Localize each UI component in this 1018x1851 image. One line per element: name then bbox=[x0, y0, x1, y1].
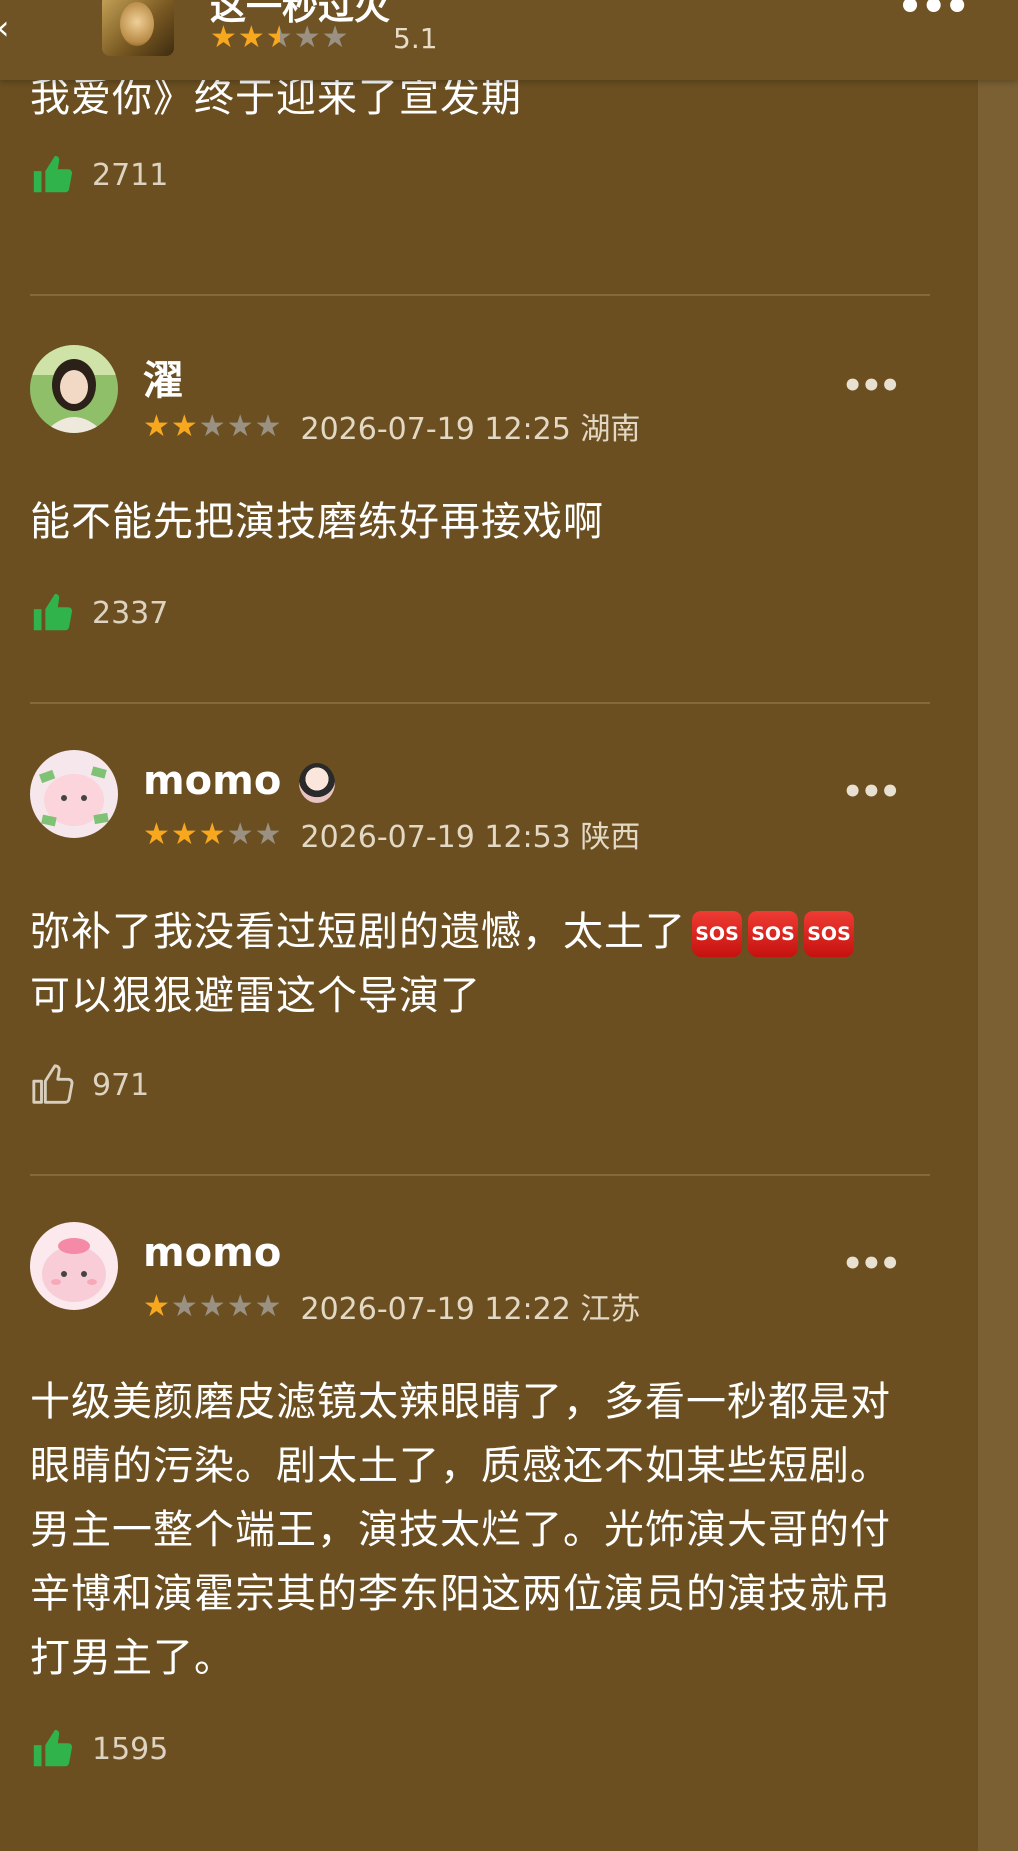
divider bbox=[30, 294, 930, 296]
comment-meta: ★★★★★ 2026-07-19 12:53 陕西 bbox=[143, 812, 640, 856]
username[interactable]: 濯 bbox=[143, 348, 183, 406]
back-icon[interactable]: ‹ bbox=[0, 8, 10, 48]
comment-text: 能不能先把演技磨练好再接戏啊 bbox=[30, 499, 604, 545]
more-icon[interactable]: ••• bbox=[897, 0, 970, 30]
show-poster[interactable] bbox=[102, 0, 174, 56]
like-count: 1595 bbox=[92, 1731, 169, 1767]
comment-text: 弥补了我没看过短剧的遗憾，太土了 SOS SOS SOS 可以狠狠避雷这个导演了 bbox=[30, 900, 930, 1028]
comment-text-line1: 弥补了我没看过短剧的遗憾，太土了 bbox=[30, 909, 686, 955]
like-count: 971 bbox=[92, 1067, 150, 1103]
rating-stars: ★★★★★ bbox=[143, 816, 283, 852]
like-button[interactable]: 2337 bbox=[30, 588, 168, 638]
show-rating-stars: ★★★★★ bbox=[210, 20, 350, 55]
comment-meta: ★★★★★ 2026-07-19 12:25 湖南 bbox=[143, 404, 640, 448]
user-badge-icon bbox=[299, 763, 336, 803]
thumbs-up-icon bbox=[33, 1729, 73, 1767]
more-icon[interactable]: ••• bbox=[842, 772, 901, 812]
sos-emoji: SOS bbox=[692, 911, 742, 957]
like-button[interactable]: 1595 bbox=[30, 1724, 168, 1774]
thumbs-up-icon bbox=[32, 1064, 74, 1104]
avatar[interactable] bbox=[30, 750, 118, 838]
thumbs-up-icon bbox=[33, 593, 73, 631]
like-count: 2711 bbox=[92, 157, 169, 193]
comment-text: 十级美颜磨皮滤镜太辣眼睛了，多看一秒都是对眼睛的污染。剧太土了，质感还不如某些短… bbox=[30, 1379, 891, 1681]
rating-stars: ★★★★★ bbox=[143, 408, 283, 444]
rating-stars: ★★★★★ bbox=[143, 1288, 283, 1324]
comment-feed: 我爱你》终于迎来了宣发期 2711 濯 ★★★★★ 2026-07-19 12:… bbox=[0, 0, 1018, 1851]
more-icon[interactable]: ••• bbox=[842, 1244, 901, 1284]
comment-meta: ★★★★★ 2026-07-19 12:22 江苏 bbox=[143, 1284, 640, 1328]
comment-date-location: 2026-07-19 12:53 陕西 bbox=[300, 820, 641, 855]
divider bbox=[30, 1174, 930, 1176]
username[interactable]: momo bbox=[143, 1230, 281, 1276]
thumbs-up-icon bbox=[33, 155, 73, 193]
scrollbar[interactable] bbox=[978, 80, 1018, 1851]
sos-emoji: SOS bbox=[748, 911, 798, 957]
comment-date-location: 2026-07-19 12:25 湖南 bbox=[300, 412, 641, 447]
comment-text-line2: 可以狠狠避雷这个导演了 bbox=[30, 973, 481, 1019]
sos-emoji: SOS bbox=[804, 911, 854, 957]
like-button[interactable]: 971 bbox=[30, 1060, 149, 1110]
show-score: 5.1 bbox=[393, 22, 438, 55]
more-icon[interactable]: ••• bbox=[842, 366, 901, 406]
like-button[interactable]: 2711 bbox=[30, 150, 168, 200]
avatar[interactable] bbox=[30, 1222, 118, 1310]
username-row[interactable]: momo bbox=[143, 758, 336, 804]
username[interactable]: momo bbox=[143, 758, 281, 804]
like-count: 2337 bbox=[92, 595, 169, 631]
divider bbox=[30, 702, 930, 704]
comment-date-location: 2026-07-19 12:22 江苏 bbox=[300, 1292, 641, 1327]
header-bar: ‹ 这一秒过火 ★★★★★ 5.1 ••• bbox=[0, 0, 1018, 80]
avatar[interactable] bbox=[30, 345, 118, 433]
